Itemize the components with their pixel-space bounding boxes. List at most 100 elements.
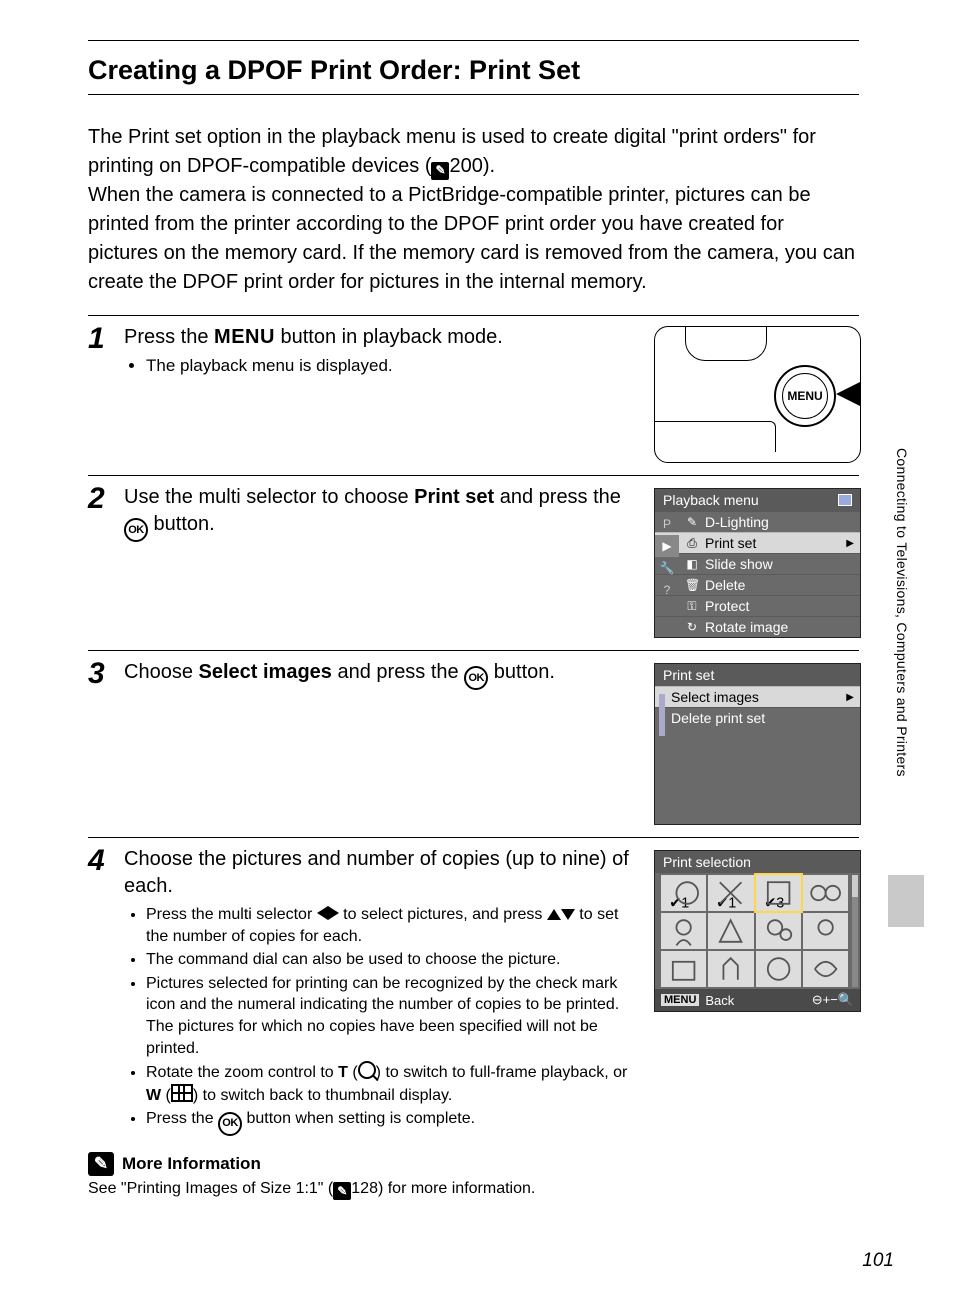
step-bullets: Press the multi selector to select pictu… bbox=[124, 904, 644, 1136]
lcd-playback-menu: Playback menu P ▶ 🔧 ? ✎D-Lighting ⎙Print… bbox=[654, 488, 861, 638]
page-number: 101 bbox=[862, 1250, 894, 1272]
page-ref-icon: ✎ bbox=[431, 162, 449, 180]
thumbnail bbox=[803, 913, 848, 949]
ok-icon: OK bbox=[218, 1112, 242, 1136]
title-underline bbox=[88, 94, 859, 95]
step-number: 1 bbox=[88, 324, 124, 463]
lcd-title: Playback menu bbox=[663, 492, 759, 508]
up-arrow-icon bbox=[547, 909, 561, 920]
step-illustration: Playback menu P ▶ 🔧 ? ✎D-Lighting ⎙Print… bbox=[644, 484, 859, 638]
more-info-header: ✎ More Information bbox=[88, 1152, 859, 1176]
dlighting-icon: ✎ bbox=[685, 515, 699, 529]
menu-item-selected: Select images▶ bbox=[655, 686, 860, 707]
bullet: The command dial can also be used to cho… bbox=[146, 949, 644, 971]
manual-page: Creating a DPOF Print Order: Print Set T… bbox=[0, 0, 954, 1314]
menu-item: 🗑Delete bbox=[655, 574, 860, 595]
lcd-side-tabs: P ▶ 🔧 ? bbox=[655, 513, 679, 601]
intro-paragraph: The Print set option in the playback men… bbox=[88, 123, 859, 297]
ok-icon: OK bbox=[124, 518, 148, 542]
ok-icon: OK bbox=[464, 666, 488, 690]
thumbnail bbox=[803, 875, 848, 911]
step-1: 1 Press the MENU button in playback mode… bbox=[88, 315, 859, 463]
top-rule bbox=[88, 40, 859, 41]
step-4: 4 Choose the pictures and number of copi… bbox=[88, 837, 859, 1138]
thumbnail bbox=[803, 951, 848, 987]
intro-text-b: When the camera is connected to a PictBr… bbox=[88, 184, 855, 293]
camera-diagram: MENU bbox=[654, 326, 861, 463]
thumbnail bbox=[661, 913, 706, 949]
delete-icon: 🗑 bbox=[685, 578, 699, 592]
menu-word: MENU bbox=[214, 326, 275, 348]
lcd-footer: MENU Back ⊖+−🔍 bbox=[655, 989, 860, 1011]
zoom-in-icon bbox=[358, 1061, 376, 1079]
page-title: Creating a DPOF Print Order: Print Set bbox=[88, 55, 859, 86]
step-illustration: MENU bbox=[644, 324, 859, 463]
step-heading: Choose Select images and press the OK bu… bbox=[124, 659, 644, 690]
menu-item-selected: ⎙Print set▶ bbox=[655, 532, 860, 553]
slideshow-icon: ◧ bbox=[685, 557, 699, 571]
thumbnail bbox=[708, 951, 753, 987]
step-body: Choose the pictures and number of copies… bbox=[124, 846, 644, 1138]
bullet: Press the OK button when setting is comp… bbox=[146, 1108, 644, 1135]
step-illustration: Print set Select images▶ Delete print se… bbox=[644, 659, 859, 825]
step-number: 4 bbox=[88, 846, 124, 1138]
battery-icon bbox=[838, 494, 852, 506]
intro-ref1: 200). bbox=[449, 155, 495, 177]
thumbnail-grid-icon bbox=[171, 1084, 193, 1102]
tab-setup-icon: 🔧 bbox=[655, 557, 679, 579]
menu-item: Delete print set bbox=[655, 707, 860, 728]
menu-item: ⚿Protect bbox=[655, 595, 860, 616]
thumbnail: ✔1 bbox=[708, 875, 753, 911]
tab-shoot-icon: P bbox=[655, 513, 679, 535]
submenu-arrow-icon: ▶ bbox=[846, 538, 854, 549]
section-side-label: Connecting to Televisions, Computers and… bbox=[894, 448, 910, 777]
thumbnail bbox=[708, 913, 753, 949]
rotate-icon: ↻ bbox=[685, 620, 699, 634]
press-arrow bbox=[836, 381, 861, 407]
thumbnail bbox=[661, 951, 706, 987]
scroll-indicator bbox=[659, 694, 665, 736]
lcd-title: Print set bbox=[663, 667, 714, 683]
step-heading: Choose the pictures and number of copies… bbox=[124, 846, 644, 900]
left-arrow-icon bbox=[317, 906, 328, 920]
thumb-tab bbox=[888, 875, 924, 927]
bullet: Press the multi selector to select pictu… bbox=[146, 904, 644, 947]
lcd-header: Print selection bbox=[655, 851, 860, 873]
menu-item: ✎D-Lighting bbox=[655, 511, 860, 532]
zoom-controls-icon: ⊖+−🔍 bbox=[812, 992, 854, 1008]
more-information-box: ✎ More Information See "Printing Images … bbox=[88, 1152, 859, 1200]
bullet: Pictures selected for printing can be re… bbox=[146, 973, 644, 1059]
step-number: 2 bbox=[88, 484, 124, 638]
step-3: 3 Choose Select images and press the OK … bbox=[88, 650, 859, 825]
menu-button-graphic: MENU bbox=[774, 365, 836, 427]
print-icon: ⎙ bbox=[685, 536, 699, 551]
submenu-arrow-icon: ▶ bbox=[846, 692, 854, 703]
lcd-print-set-menu: Print set Select images▶ Delete print se… bbox=[654, 663, 861, 825]
step-bullets: The playback menu is displayed. bbox=[124, 355, 644, 378]
bullet: Rotate the zoom control to T () to switc… bbox=[146, 1061, 644, 1106]
step-body: Press the MENU button in playback mode. … bbox=[124, 324, 644, 463]
protect-icon: ⚿ bbox=[685, 599, 699, 614]
lcd-print-selection: Print selection ✔1 ✔1 ✔3 bbox=[654, 850, 861, 1012]
page-ref-icon: ✎ bbox=[333, 1182, 351, 1200]
step-body: Choose Select images and press the OK bu… bbox=[124, 659, 644, 825]
lcd-header: Print set bbox=[655, 664, 860, 686]
menu-item: ↻Rotate image bbox=[655, 616, 860, 637]
back-label: Back bbox=[705, 993, 734, 1008]
down-arrow-icon bbox=[561, 909, 575, 920]
tab-playback-icon: ▶ bbox=[655, 535, 679, 557]
step-2: 2 Use the multi selector to choose Print… bbox=[88, 475, 859, 638]
thumbnail bbox=[756, 913, 801, 949]
tab-help-icon: ? bbox=[655, 579, 679, 601]
step-illustration: Print selection ✔1 ✔1 ✔3 bbox=[644, 846, 859, 1138]
info-icon: ✎ bbox=[88, 1152, 114, 1176]
step-heading: Use the multi selector to choose Print s… bbox=[124, 484, 644, 542]
lcd-title: Print selection bbox=[663, 854, 751, 870]
more-info-body: See "Printing Images of Size 1:1" (✎128)… bbox=[88, 1180, 859, 1200]
lcd-header: Playback menu bbox=[655, 489, 860, 511]
scrollbar bbox=[852, 875, 858, 987]
menu-item: ◧Slide show bbox=[655, 553, 860, 574]
menu-tag: MENU bbox=[661, 994, 699, 1006]
more-info-title: More Information bbox=[122, 1154, 261, 1174]
step-number: 3 bbox=[88, 659, 124, 825]
